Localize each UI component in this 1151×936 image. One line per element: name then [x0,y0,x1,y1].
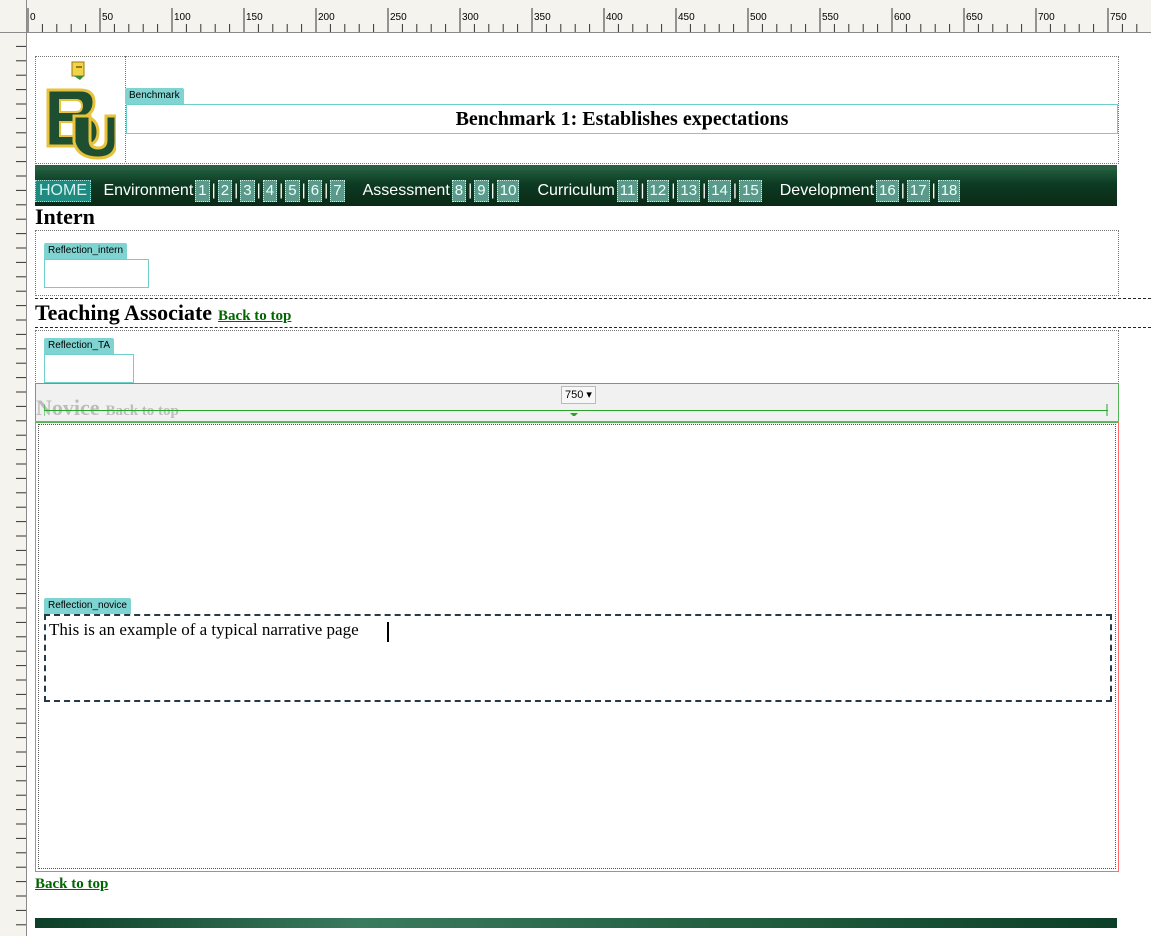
section-heading-ta: Teaching Associate Back to top [35,300,291,326]
nav-separator: | [468,182,473,199]
nav-benchmark-link-15[interactable]: 15 [739,180,762,202]
editable-region-tab-novice[interactable]: Reflection_novice [44,598,131,614]
ruler-label: 450 [678,12,695,23]
editable-region-tab-benchmark[interactable]: Benchmark [125,88,184,104]
nav-benchmark-link-3[interactable]: 3 [240,180,255,202]
nav-group-label-environment: Environment [103,182,194,199]
nav-benchmark-link-2[interactable]: 2 [217,180,233,202]
nav-benchmark-link-13[interactable]: 13 [677,180,701,202]
nav-benchmark-link-6[interactable]: 6 [307,180,323,202]
editable-region-tab-intern[interactable]: Reflection_intern [44,243,128,259]
nav-benchmark-link-11[interactable]: 11 [616,180,639,202]
ruler-label: 700 [1038,12,1055,23]
nav-separator: | [279,182,284,199]
template-icon [71,61,85,80]
back-to-top-link-ta[interactable]: Back to top [218,308,291,324]
horizontal-ruler: 0 50 100 150 200 250 300 350 400 450 500 550 600 650 7… [0,0,1151,33]
baylor-logo [44,80,116,160]
nav-benchmark-link-9[interactable]: 9 [474,180,489,202]
nav-separator: | [640,182,645,199]
nav-group-label-assessment: Assessment [362,182,450,199]
nav-benchmark-link-1[interactable]: 1 [195,180,210,202]
table-width-dropdown[interactable]: 750 ▾ [561,386,596,404]
nav-bar: HOME Environment 1 | 2 | 3 | 4 | 5 | 6 | 7 Assessment 8… [35,165,1117,206]
nav-benchmark-link-16[interactable]: 16 [876,180,899,202]
ruler-label: 550 [822,12,839,23]
table-width-value: 750 [565,389,584,401]
ta-reflection-field[interactable] [44,354,134,383]
nav-benchmark-link-7[interactable]: 7 [330,180,345,202]
section-heading-intern: Intern [35,204,95,229]
ruler-label: 300 [462,12,479,23]
text-cursor [387,622,389,642]
nav-group-label-curriculum: Curriculum [537,182,615,199]
nav-benchmark-link-10[interactable]: 10 [496,180,520,202]
nav-separator: | [301,182,306,199]
ruler-corner [0,0,27,33]
nav-benchmark-link-14[interactable]: 14 [708,180,731,202]
back-to-top-link-footer[interactable]: Back to top [35,876,108,893]
nav-benchmark-link-12[interactable]: 12 [646,180,670,202]
nav-separator: | [671,182,676,199]
nav-separator: | [324,182,329,199]
ruler-label: 500 [750,12,767,23]
narrative-text: This is an example of a typical narrativ… [49,620,359,639]
nav-separator: | [732,182,738,199]
nav-separator: | [900,182,905,199]
ruler-label: 350 [534,12,551,23]
width-line-ends [44,404,1108,416]
nav-benchmark-link-18[interactable]: 18 [937,180,961,202]
ruler-label: 400 [606,12,623,23]
nav-benchmark-link-17[interactable]: 17 [906,180,930,202]
footer-bar [35,918,1117,928]
nav-benchmark-link-4[interactable]: 4 [262,180,278,202]
ruler-label: 650 [966,12,983,23]
section-divider [35,327,1151,328]
nav-benchmark-link-8[interactable]: 8 [451,180,467,202]
nav-separator: | [490,182,495,199]
ruler-label: 750 [1110,12,1127,23]
ruler-label: 0 [30,12,36,23]
novice-reflection-field[interactable]: This is an example of a typical narrativ… [44,614,1112,702]
nav-separator: | [702,182,707,199]
nav-benchmark-link-5[interactable]: 5 [285,180,300,202]
ruler-label: 600 [894,12,911,23]
nav-separator: | [256,182,261,199]
section-divider [35,298,1151,299]
page-title[interactable]: Benchmark 1: Establishes expectations [126,104,1118,134]
nav-separator: | [234,182,239,199]
editable-region-tab-ta[interactable]: Reflection_TA [44,338,115,354]
ta-heading-text: Teaching Associate [35,300,213,325]
vertical-ruler [0,32,27,936]
intern-region-container [35,230,1119,296]
ruler-label: 100 [174,12,191,23]
nav-home-link[interactable]: HOME [35,180,91,202]
chevron-down-icon: ▾ [586,389,592,401]
ta-region-container [35,330,1119,384]
ruler-label: 150 [246,12,263,23]
nav-group-label-development: Development [779,182,875,199]
nav-separator: | [931,182,936,199]
intern-reflection-field[interactable] [44,259,149,288]
nav-separator: | [211,182,216,199]
ruler-label: 250 [390,12,407,23]
ruler-label: 50 [102,12,114,23]
ruler-label: 200 [318,12,335,23]
